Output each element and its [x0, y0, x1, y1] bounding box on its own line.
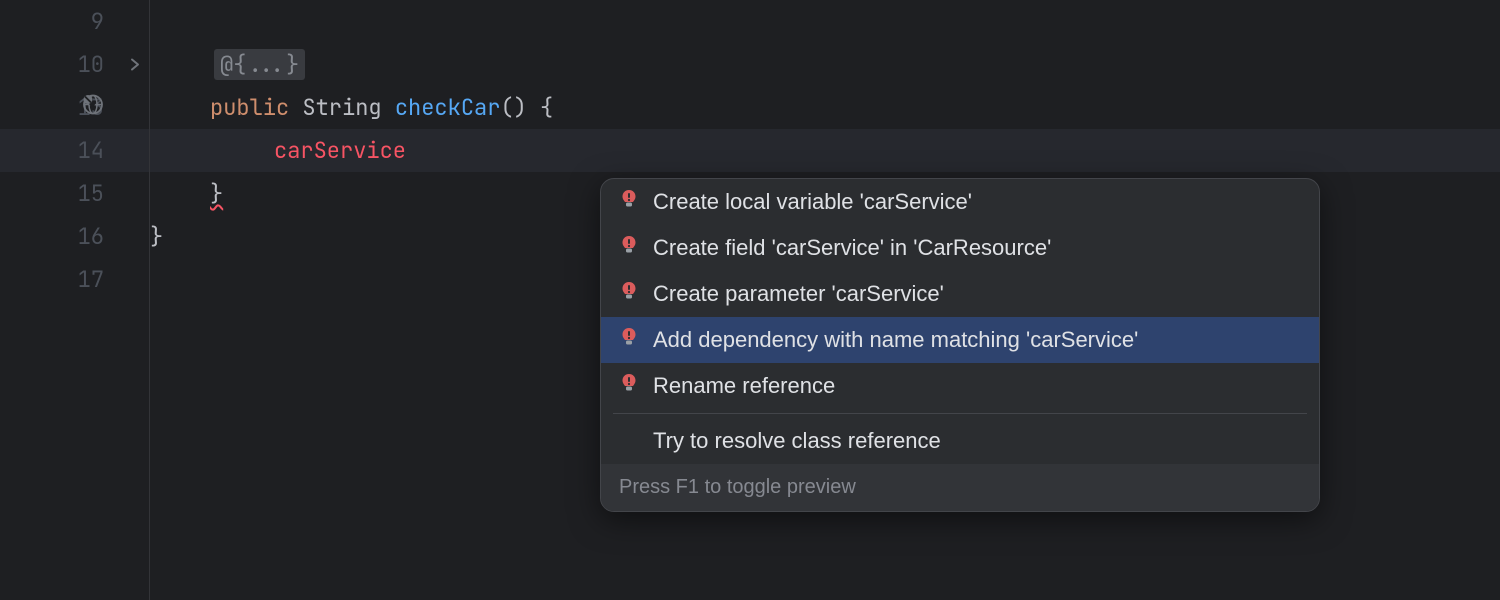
line-number: 9: [54, 7, 104, 36]
error-bulb-icon: [619, 235, 639, 261]
quick-fix-label: Add dependency with name matching 'carSe…: [653, 327, 1138, 353]
code-editor: 9 10 13 14: [0, 0, 1500, 600]
code-line-current[interactable]: carService: [150, 129, 1500, 172]
method-name: checkCar: [395, 93, 501, 122]
quick-fix-item-resolve-class[interactable]: Try to resolve class reference: [601, 418, 1319, 464]
globe-override-icon[interactable]: [82, 93, 104, 122]
quick-fix-item-rename[interactable]: Rename reference: [601, 363, 1319, 409]
gutter-row: 17: [0, 258, 149, 301]
quick-fix-item-add-dependency[interactable]: Add dependency with name matching 'carSe…: [601, 317, 1319, 363]
quick-fix-item-create-param[interactable]: Create parameter 'carService': [601, 271, 1319, 317]
code-line[interactable]: @{...}: [150, 43, 1500, 86]
gutter-row: 16: [0, 215, 149, 258]
popup-hint: Press F1 to toggle preview: [601, 464, 1319, 511]
separator: [613, 413, 1307, 414]
quick-fix-label: Create parameter 'carService': [653, 281, 944, 307]
brace: }: [210, 179, 223, 208]
quick-fix-label: Create local variable 'carService': [653, 189, 972, 215]
gutter-row[interactable]: 10: [0, 43, 149, 86]
quick-fix-popup: Create local variable 'carService' Creat…: [600, 178, 1320, 512]
parens: (): [500, 93, 526, 122]
error-bulb-icon: [619, 327, 639, 353]
quick-fix-label: Try to resolve class reference: [653, 428, 941, 454]
brace: }: [150, 222, 163, 251]
keyword: public: [210, 93, 289, 122]
code-line[interactable]: public String checkCar() {: [150, 86, 1500, 129]
icon-placeholder: [619, 431, 639, 451]
quick-fix-item-create-local[interactable]: Create local variable 'carService': [601, 179, 1319, 225]
gutter-row: 13: [0, 86, 149, 129]
gutter-row: 15: [0, 172, 149, 215]
line-number: 15: [54, 179, 104, 208]
code-line[interactable]: [150, 0, 1500, 43]
error-bulb-icon: [619, 373, 639, 399]
line-number: 17: [54, 265, 104, 294]
type: String: [302, 93, 381, 122]
gutter: 9 10 13 14: [0, 0, 150, 600]
line-number: 10: [54, 50, 104, 79]
line-number: 16: [54, 222, 104, 251]
gutter-row: 14: [0, 129, 149, 172]
gutter-row: 9: [0, 0, 149, 43]
brace: {: [527, 93, 553, 122]
unresolved-reference[interactable]: carService: [274, 136, 406, 165]
line-number: 14: [54, 136, 104, 165]
code-area[interactable]: @{...} public String checkCar() { carSer…: [150, 0, 1500, 600]
quick-fix-label: Rename reference: [653, 373, 835, 399]
fold-expand-icon[interactable]: [127, 50, 143, 79]
quick-fix-label: Create field 'carService' in 'CarResourc…: [653, 235, 1051, 261]
quick-fix-item-create-field[interactable]: Create field 'carService' in 'CarResourc…: [601, 225, 1319, 271]
error-bulb-icon: [619, 189, 639, 215]
folded-region[interactable]: @{...}: [214, 49, 305, 80]
error-bulb-icon: [619, 281, 639, 307]
